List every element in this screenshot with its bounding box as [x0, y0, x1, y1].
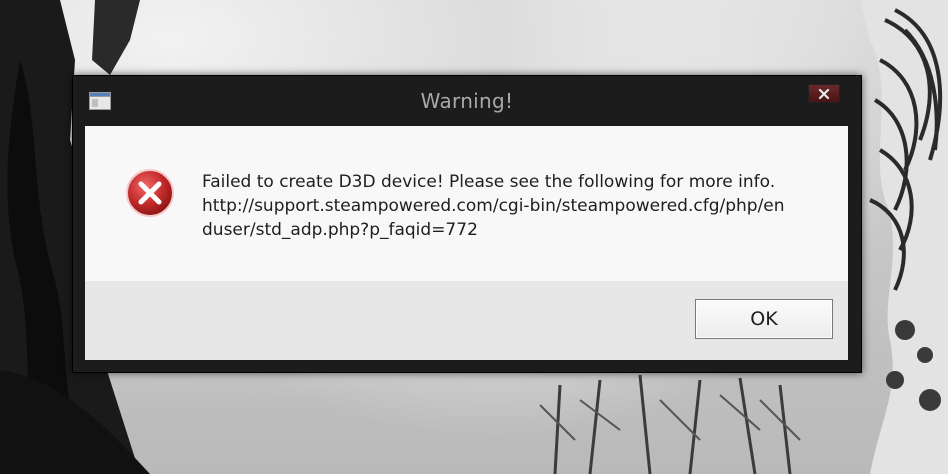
close-button[interactable]	[808, 84, 840, 103]
message-line-1: Failed to create D3D device! Please see …	[202, 172, 776, 192]
close-icon	[818, 88, 830, 99]
message-line-2: http://support.steampowered.com/cgi-bin/…	[202, 196, 785, 216]
error-icon	[126, 169, 174, 217]
error-message: Failed to create D3D device! Please see …	[202, 170, 832, 242]
message-line-3: duser/std_adp.php?p_faqid=772	[202, 220, 478, 240]
warning-dialog: Warning! Failed to create D3D device! Pl…	[72, 75, 862, 373]
title-bar[interactable]: Warning!	[73, 76, 861, 126]
message-area: Failed to create D3D device! Please see …	[85, 126, 848, 281]
dialog-title: Warning!	[420, 89, 514, 113]
dialog-body: Failed to create D3D device! Please see …	[85, 126, 848, 360]
ok-button[interactable]: OK	[695, 299, 833, 339]
button-area: OK	[85, 281, 848, 360]
